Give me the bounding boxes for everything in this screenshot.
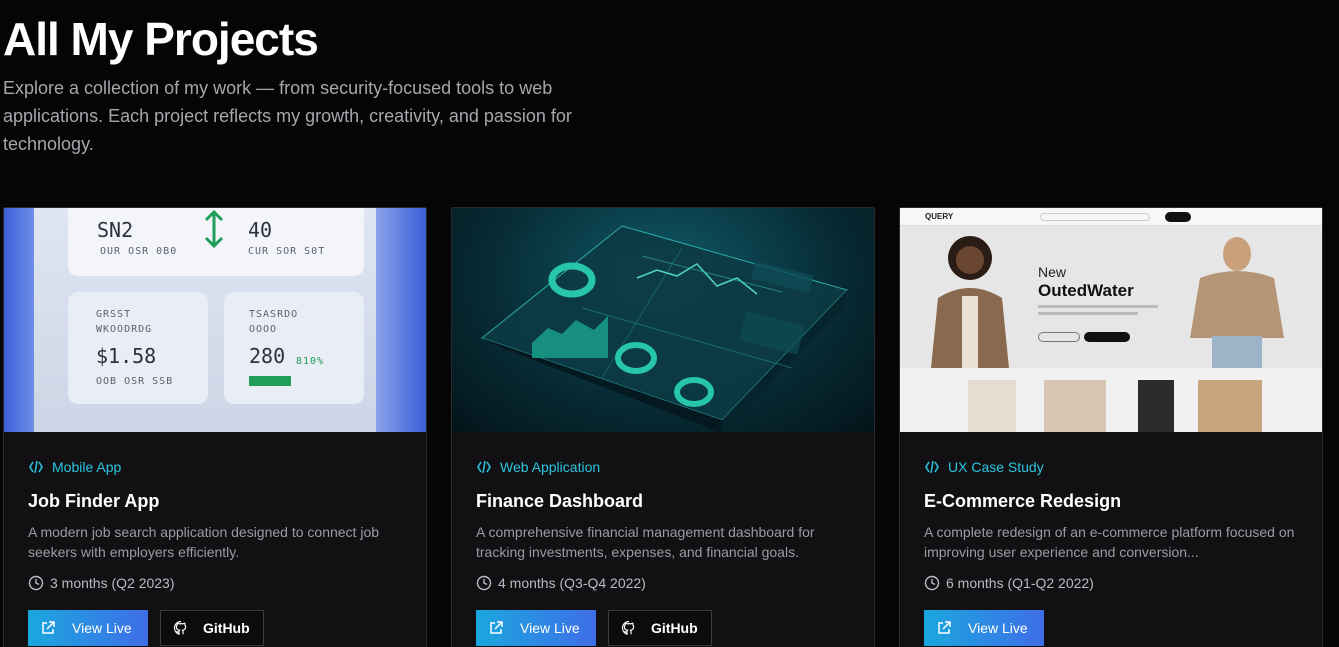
external-link-icon bbox=[490, 621, 503, 634]
clock-icon bbox=[924, 575, 940, 591]
arrows-icon bbox=[204, 210, 224, 248]
github-button[interactable]: GitHub bbox=[160, 610, 264, 646]
project-category: UX Case Study bbox=[924, 458, 1298, 476]
code-icon bbox=[29, 460, 43, 474]
page-title: All My Projects bbox=[3, 13, 319, 65]
thumb-text: 810% bbox=[296, 356, 325, 367]
project-thumbnail bbox=[452, 208, 874, 432]
project-title: Finance Dashboard bbox=[476, 491, 644, 511]
view-live-label: View Live bbox=[72, 620, 132, 636]
project-duration: 4 months (Q3-Q4 2022) bbox=[476, 574, 850, 592]
thumb-text: SN2 bbox=[97, 218, 134, 242]
view-live-label: View Live bbox=[968, 620, 1028, 636]
view-live-button[interactable]: View Live bbox=[476, 610, 596, 646]
project-duration: 6 months (Q1-Q2 2022) bbox=[924, 574, 1298, 592]
project-card: QUERY New OutedWater UX Case Study E-Com… bbox=[899, 207, 1323, 647]
clock-icon bbox=[476, 575, 492, 591]
project-category-label: Web Application bbox=[500, 459, 601, 475]
external-link-icon bbox=[938, 621, 951, 634]
github-label: GitHub bbox=[651, 620, 698, 636]
thumb-text: OUR OSR 0B0 bbox=[100, 246, 178, 257]
thumb-text: CUR SOR S0T bbox=[248, 246, 326, 257]
external-link-icon bbox=[42, 621, 55, 634]
view-live-button[interactable]: View Live bbox=[924, 610, 1044, 646]
project-thumbnail: QUERY New OutedWater bbox=[900, 208, 1322, 432]
project-category-label: Mobile App bbox=[52, 459, 122, 475]
project-description: A comprehensive financial management das… bbox=[476, 524, 815, 560]
thumb-text: TSASRDO bbox=[249, 309, 299, 320]
page-subtitle: Explore a collection of my work — from s… bbox=[3, 78, 572, 154]
model-figure bbox=[930, 236, 1010, 378]
project-duration-label: 4 months (Q3-Q4 2022) bbox=[498, 575, 646, 591]
project-description: A modern job search application designed… bbox=[28, 524, 380, 560]
thumb-text: $1.58 bbox=[96, 344, 157, 368]
github-icon bbox=[173, 620, 187, 636]
project-category: Mobile App bbox=[28, 458, 402, 476]
thumb-headline: OutedWater bbox=[1038, 281, 1134, 300]
thumb-text: OOB OSR SSB bbox=[96, 376, 174, 387]
thumb-text: 280 bbox=[249, 344, 286, 368]
thumb-text: OOOO bbox=[249, 324, 278, 335]
dashboard-illustration bbox=[480, 225, 848, 432]
model-figure bbox=[1190, 237, 1284, 376]
view-live-button[interactable]: View Live bbox=[28, 610, 148, 646]
project-duration-label: 3 months (Q2 2023) bbox=[50, 575, 175, 591]
code-icon bbox=[925, 460, 939, 474]
project-category-label: UX Case Study bbox=[948, 459, 1044, 475]
page-header: All My Projects Explore a collection of … bbox=[3, 12, 643, 158]
project-duration: 3 months (Q2 2023) bbox=[28, 574, 402, 592]
project-category: Web Application bbox=[476, 458, 850, 476]
project-card: SN2 OUR OSR 0B0 40 CUR SOR S0T GRSST WKO… bbox=[3, 207, 427, 647]
thumb-brand: QUERY bbox=[925, 212, 954, 221]
github-label: GitHub bbox=[203, 620, 250, 636]
projects-grid: SN2 OUR OSR 0B0 40 CUR SOR S0T GRSST WKO… bbox=[3, 207, 1333, 647]
thumb-text: GRSST bbox=[96, 309, 132, 320]
project-thumbnail: SN2 OUR OSR 0B0 40 CUR SOR S0T GRSST WKO… bbox=[4, 208, 426, 432]
view-live-label: View Live bbox=[520, 620, 580, 636]
clock-icon bbox=[28, 575, 44, 591]
project-duration-label: 6 months (Q1-Q2 2022) bbox=[946, 575, 1094, 591]
github-button[interactable]: GitHub bbox=[608, 610, 712, 646]
project-card: Web Application Finance Dashboard A comp… bbox=[451, 207, 875, 647]
thumb-text: 40 bbox=[248, 218, 273, 242]
project-title: Job Finder App bbox=[28, 491, 160, 511]
project-title: E-Commerce Redesign bbox=[924, 491, 1122, 511]
project-description: A complete redesign of an e-commerce pla… bbox=[924, 524, 1295, 560]
code-icon bbox=[477, 460, 491, 474]
github-icon bbox=[621, 620, 635, 636]
thumb-headline: New bbox=[1038, 264, 1067, 280]
thumb-text: WKOODRDG bbox=[96, 324, 153, 335]
